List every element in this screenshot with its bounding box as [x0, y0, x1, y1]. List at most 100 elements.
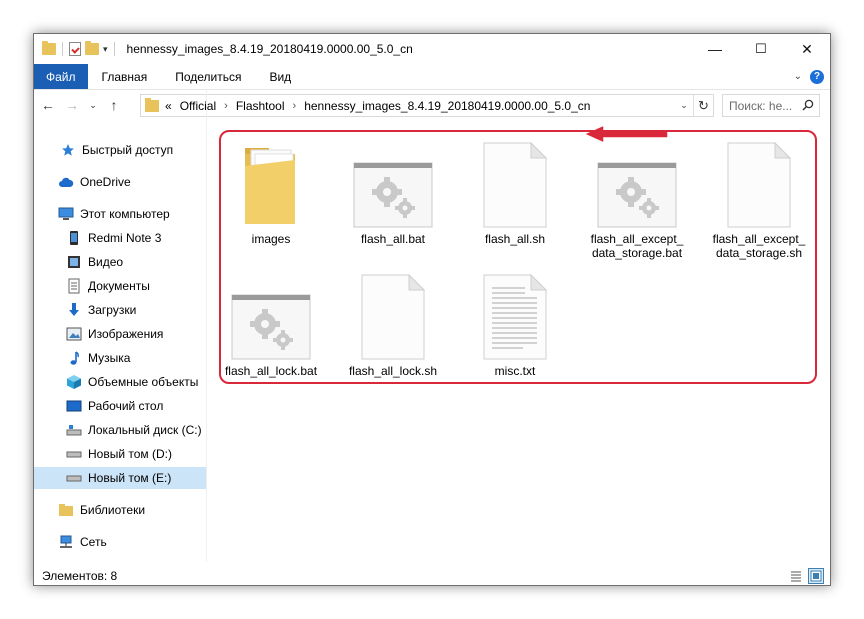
sidebar-item-desktop[interactable]: Рабочий стол — [34, 395, 206, 417]
sidebar-item-redmi-note-3[interactable]: Redmi Note 3 — [34, 227, 206, 249]
minimize-button[interactable]: — — [692, 34, 738, 64]
sidebar-item-documents[interactable]: Документы — [34, 275, 206, 297]
chevron-right-icon[interactable]: › — [293, 100, 297, 112]
sidebar-item-label: Рабочий стол — [88, 399, 164, 413]
file-name: misc.txt — [494, 364, 536, 378]
desktop-icon — [66, 398, 82, 414]
sidebar-item-label: Этот компьютер — [80, 207, 170, 221]
navigation-pane: Быстрый доступ OneDrive Этот компьютер R… — [34, 132, 206, 562]
help-icon[interactable]: ? — [810, 69, 824, 84]
item-count: Элементов: 8 — [42, 569, 118, 583]
sidebar-item-libraries[interactable]: Библиотеки — [34, 499, 206, 521]
explorer-window: ▾ hennessy_images_8.4.19_20180419.0000.0… — [33, 33, 831, 586]
sidebar-item-label: Новый том (D:) — [88, 447, 172, 461]
sidebar-item-drive-c[interactable]: Локальный диск (C:) — [34, 419, 206, 441]
chevron-right-icon[interactable]: › — [224, 100, 228, 112]
search-icon[interactable] — [802, 99, 814, 111]
file-name: flash_all.bat — [360, 232, 426, 246]
pane-divider[interactable] — [206, 90, 207, 562]
sidebar-item-drive-e[interactable]: Новый том (E:) — [34, 467, 206, 489]
tab-view[interactable]: Вид — [255, 64, 305, 89]
details-view-icon[interactable] — [788, 568, 804, 584]
downloads-icon — [66, 302, 82, 318]
file-name: flash_all_lock.sh — [348, 364, 438, 378]
sidebar-item-label: Документы — [88, 279, 150, 293]
close-button[interactable]: ✕ — [784, 34, 830, 64]
batch-file-icon — [231, 294, 311, 360]
up-button[interactable]: ↑ — [104, 97, 124, 113]
folder-icon[interactable] — [42, 41, 56, 55]
file-item-flash-all-except-data-storage-sh[interactable]: flash_all_except_ data_storage.sh — [704, 136, 814, 260]
tab-home[interactable]: Главная — [88, 64, 162, 89]
sidebar-item-downloads[interactable]: Загрузки — [34, 299, 206, 321]
blank-file-icon — [361, 274, 425, 360]
file-name: flash_all_lock.bat — [224, 364, 318, 378]
drive-icon — [66, 470, 82, 486]
pictures-icon — [66, 326, 82, 342]
expand-ribbon-icon[interactable]: ⌄ — [794, 71, 802, 82]
search-input[interactable]: Поиск: he... — [722, 94, 820, 117]
sidebar-item-quick-access[interactable]: Быстрый доступ — [34, 139, 206, 161]
file-item-flash-all-lock-sh[interactable]: flash_all_lock.sh — [338, 268, 448, 378]
folder-icon — [145, 97, 159, 112]
sidebar-item-label: Изображения — [88, 327, 164, 341]
breadcrumb-current[interactable]: hennessy_images_8.4.19_20180419.0000.00_… — [304, 99, 590, 113]
status-bar: Элементов: 8 — [34, 565, 830, 585]
blank-file-icon — [483, 142, 547, 228]
blank-file-icon — [727, 142, 791, 228]
sidebar-item-label: Локальный диск (C:) — [88, 423, 202, 437]
sidebar-item-label: Загрузки — [88, 303, 137, 317]
sidebar-item-video[interactable]: Видео — [34, 251, 206, 273]
customize-toolbar-icon[interactable]: ▾ — [103, 44, 108, 55]
drive-c-icon — [66, 422, 82, 438]
3d-objects-icon — [66, 374, 82, 390]
file-item-misc-txt[interactable]: misc.txt — [460, 268, 570, 378]
chevron-down-icon[interactable]: ⌄ — [675, 100, 693, 111]
video-icon — [66, 254, 82, 270]
file-item-images[interactable]: images — [216, 136, 326, 246]
file-name-line1: flash_all_except_ — [712, 232, 806, 246]
forward-button[interactable]: → — [62, 97, 82, 113]
breadcrumb-official[interactable]: Official — [180, 99, 216, 113]
file-name-line2: data_storage.sh — [715, 246, 803, 260]
recent-locations-icon[interactable]: ⌄ — [86, 100, 100, 111]
sidebar-item-music[interactable]: Музыка — [34, 347, 206, 369]
file-item-flash-all-except-data-storage-bat[interactable]: flash_all_except_ data_storage.bat — [582, 136, 692, 260]
drive-icon — [66, 446, 82, 462]
cloud-icon — [58, 174, 74, 190]
star-icon — [60, 142, 76, 158]
file-item-flash-all-lock-bat[interactable]: flash_all_lock.bat — [216, 268, 326, 378]
tab-share[interactable]: Поделиться — [161, 64, 255, 89]
sidebar-item-label: Музыка — [88, 351, 131, 365]
sidebar-item-3d-objects[interactable]: Объемные объекты — [34, 371, 206, 393]
sidebar-item-label: Библиотеки — [80, 503, 146, 517]
properties-icon[interactable] — [69, 42, 81, 56]
file-name-line1: flash_all_except_ — [590, 232, 684, 246]
file-item-flash-all-sh[interactable]: flash_all.sh — [460, 136, 570, 246]
large-icons-view-icon[interactable] — [808, 568, 824, 584]
breadcrumb-overflow[interactable]: « — [165, 99, 172, 113]
sidebar-item-label: Объемные объекты — [88, 375, 199, 389]
breadcrumb-flashtool[interactable]: Flashtool — [236, 99, 285, 113]
sidebar-item-pictures[interactable]: Изображения — [34, 323, 206, 345]
navigation-bar: ← → ⌄ ↑ « Official › Flashtool › henness… — [34, 90, 830, 120]
maximize-button[interactable]: ☐ — [738, 34, 784, 64]
address-bar[interactable]: « Official › Flashtool › hennessy_images… — [140, 94, 714, 117]
phone-icon — [66, 230, 82, 246]
sidebar-item-network[interactable]: Сеть — [34, 531, 206, 553]
tab-file[interactable]: Файл — [34, 64, 88, 89]
sidebar-item-drive-d[interactable]: Новый том (D:) — [34, 443, 206, 465]
sidebar-item-label: Видео — [88, 255, 124, 269]
file-item-flash-all-bat[interactable]: flash_all.bat — [338, 136, 448, 246]
back-button[interactable]: ← — [38, 97, 58, 113]
sidebar-item-label: Новый том (E:) — [88, 471, 172, 485]
refresh-icon[interactable]: ↻ — [693, 95, 713, 116]
sidebar-item-this-pc[interactable]: Этот компьютер — [34, 203, 206, 225]
file-list: images flash_all.bat flash_all.sh flash_… — [216, 132, 826, 392]
new-folder-icon[interactable] — [85, 41, 99, 55]
sidebar-item-label: OneDrive — [80, 175, 131, 189]
sidebar-item-onedrive[interactable]: OneDrive — [34, 171, 206, 193]
text-file-icon — [483, 274, 547, 360]
sidebar-item-label: Сеть — [80, 535, 107, 549]
file-name: images — [251, 232, 291, 246]
